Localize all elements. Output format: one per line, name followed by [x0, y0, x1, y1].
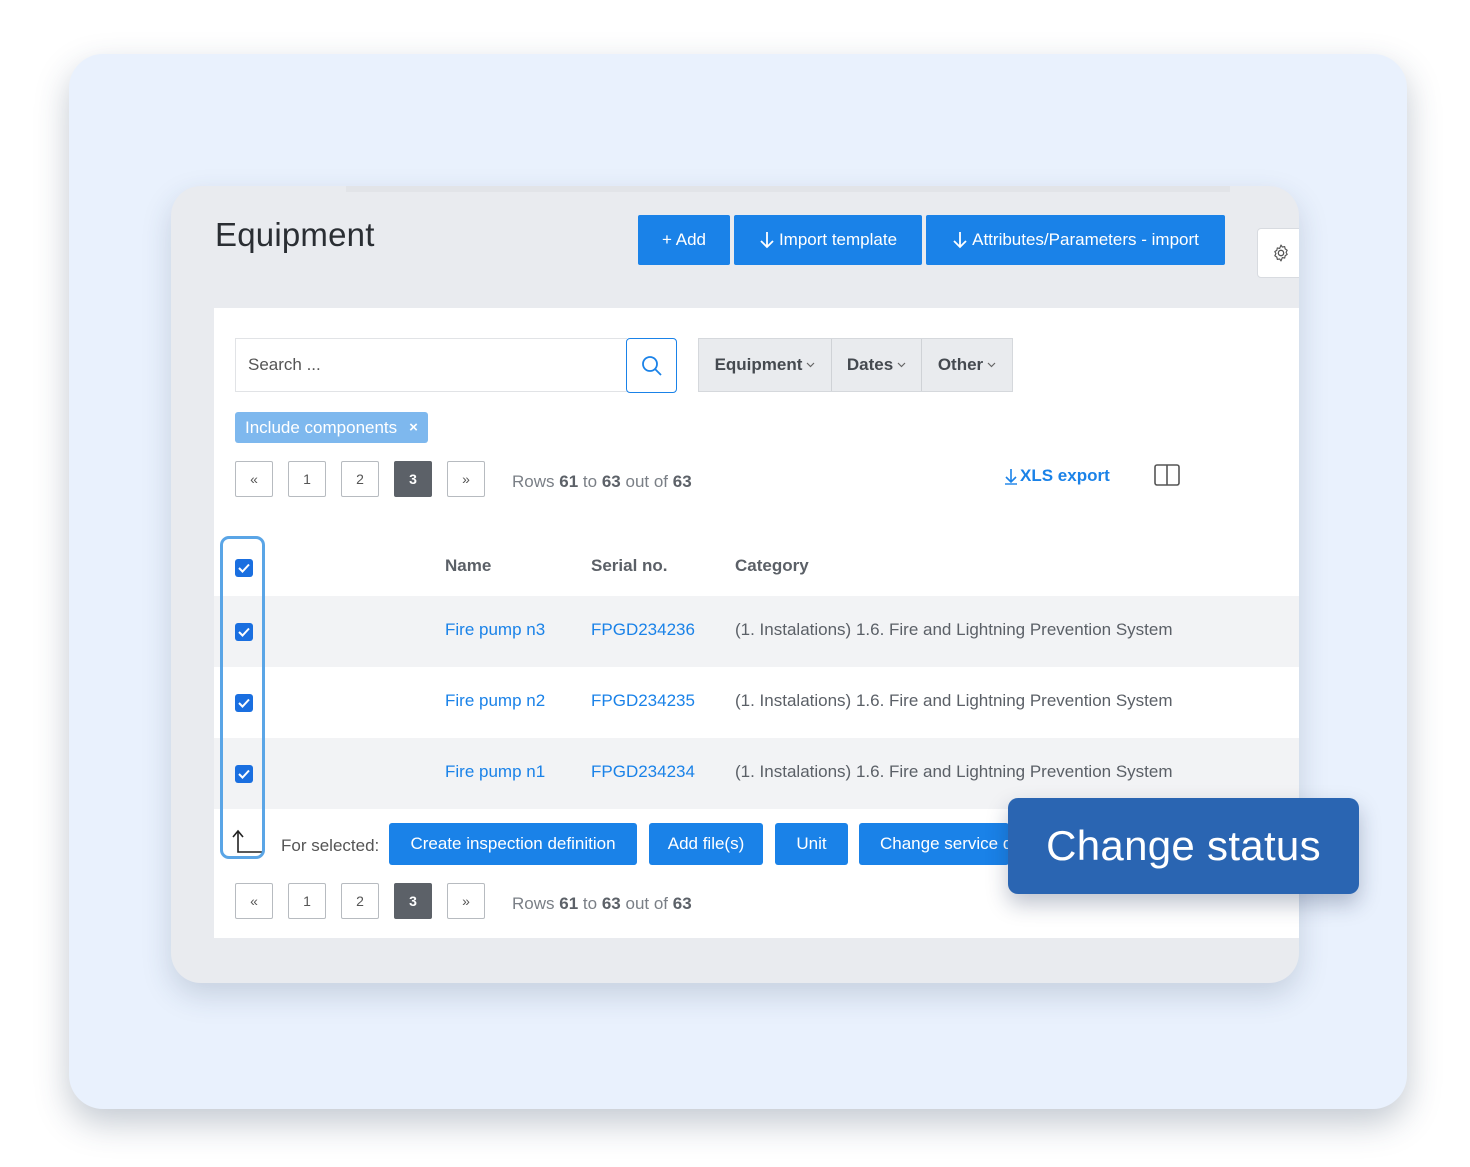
column-header-name[interactable]: Name [445, 556, 491, 576]
for-selected-label: For selected: [281, 836, 380, 855]
check-icon [238, 769, 250, 779]
rows-out-of: out of [625, 472, 669, 491]
filter-other[interactable]: Other [922, 339, 1012, 391]
download-arrow-icon [953, 232, 967, 249]
pagination-top: « 1 2 3 » [235, 461, 485, 497]
filter-equipment-label: Equipment [714, 355, 803, 374]
rows-prefix: Rows [512, 472, 555, 491]
search-button[interactable] [626, 338, 677, 393]
page-title: Equipment [215, 216, 375, 253]
rows-info-top: Rows 61 to 63 out of 63 [512, 472, 692, 492]
page-button-1[interactable]: 1 [288, 461, 326, 497]
import-template-button[interactable]: Import template [734, 215, 922, 265]
rows-to-word: to [582, 472, 598, 491]
rows-total: 63 [672, 472, 692, 491]
rows-total: 63 [672, 894, 692, 913]
download-arrow-icon [760, 232, 774, 249]
equipment-name-link[interactable]: Fire pump n1 [445, 762, 545, 782]
top-divider [346, 186, 1230, 192]
filter-dates[interactable]: Dates [832, 339, 922, 391]
download-arrow-icon [1005, 469, 1017, 485]
pagination-bottom: « 1 2 3 » [235, 883, 485, 919]
rows-out-of: out of [625, 894, 669, 913]
page-button-3[interactable]: 3 [394, 461, 432, 497]
serial-number-link[interactable]: FPGD234234 [591, 762, 695, 782]
attributes-import-label: Attributes/Parameters - import [972, 230, 1199, 249]
chevron-down-icon [806, 362, 815, 368]
unit-button[interactable]: Unit [775, 823, 848, 865]
xls-export-link[interactable]: XLS export [1004, 466, 1110, 486]
table-row[interactable]: Fire pump n3 FPGD234236 (1. Instalations… [214, 596, 1299, 667]
filter-chip-include-components: Include components × [235, 412, 428, 443]
row-checkbox[interactable] [235, 623, 253, 641]
rows-prefix: Rows [512, 894, 555, 913]
serial-number-link[interactable]: FPGD234236 [591, 620, 695, 640]
filter-dates-label: Dates [846, 355, 894, 374]
filter-group: Equipment Dates Other [698, 338, 1013, 392]
table-row[interactable]: Fire pump n2 FPGD234235 (1. Instalations… [214, 667, 1299, 738]
change-service-button[interactable]: Change service d [859, 823, 1009, 865]
gear-icon [1274, 244, 1288, 262]
chip-label: Include components [245, 417, 398, 437]
page-button-2[interactable]: 2 [341, 461, 379, 497]
serial-number-link[interactable]: FPGD234235 [591, 691, 695, 711]
row-checkbox[interactable] [235, 765, 253, 783]
row-checkbox[interactable] [235, 694, 253, 712]
rows-to-word: to [582, 894, 598, 913]
add-button-label: + Add [662, 230, 706, 249]
attributes-import-button[interactable]: Attributes/Parameters - import [926, 215, 1225, 265]
corner-arrow-icon [232, 829, 264, 853]
filter-equipment[interactable]: Equipment [699, 339, 832, 391]
page-last-button[interactable]: » [447, 883, 485, 919]
chevron-down-icon [897, 362, 906, 368]
rows-from: 61 [559, 472, 579, 491]
filter-other-label: Other [937, 355, 984, 374]
add-files-button[interactable]: Add file(s) [649, 823, 763, 865]
chevron-down-icon [987, 362, 996, 368]
page-button-2[interactable]: 2 [341, 883, 379, 919]
category-cell: (1. Instalations) 1.6. Fire and Lightnin… [735, 620, 1173, 639]
chip-remove-icon[interactable]: × [409, 419, 418, 436]
rows-to: 63 [601, 894, 621, 913]
add-button[interactable]: + Add [638, 215, 730, 265]
category-cell: (1. Instalations) 1.6. Fire and Lightnin… [735, 762, 1173, 781]
columns-icon[interactable] [1154, 464, 1180, 486]
rows-to: 63 [601, 472, 621, 491]
table-header: Name Serial no. Category [214, 536, 1299, 596]
import-template-label: Import template [778, 230, 898, 249]
settings-button[interactable] [1257, 228, 1299, 278]
check-icon [238, 698, 250, 708]
search-icon [641, 355, 662, 376]
page-last-button[interactable]: » [447, 461, 485, 497]
check-icon [238, 627, 250, 637]
page-button-1[interactable]: 1 [288, 883, 326, 919]
rows-from: 61 [559, 894, 579, 913]
search-input[interactable] [235, 338, 627, 392]
create-inspection-definition-button[interactable]: Create inspection definition [389, 823, 637, 865]
check-icon [238, 563, 250, 573]
column-header-serial[interactable]: Serial no. [591, 556, 668, 576]
category-cell: (1. Instalations) 1.6. Fire and Lightnin… [735, 691, 1173, 710]
page-button-3[interactable]: 3 [394, 883, 432, 919]
column-header-category[interactable]: Category [735, 556, 809, 576]
page-first-button[interactable]: « [235, 461, 273, 497]
equipment-name-link[interactable]: Fire pump n3 [445, 620, 545, 640]
page-first-button[interactable]: « [235, 883, 273, 919]
equipment-name-link[interactable]: Fire pump n2 [445, 691, 545, 711]
select-all-checkbox[interactable] [235, 559, 253, 577]
rows-info-bottom: Rows 61 to 63 out of 63 [512, 894, 692, 914]
xls-export-label: XLS export [1020, 466, 1110, 485]
change-status-tooltip: Change status [1008, 798, 1359, 894]
